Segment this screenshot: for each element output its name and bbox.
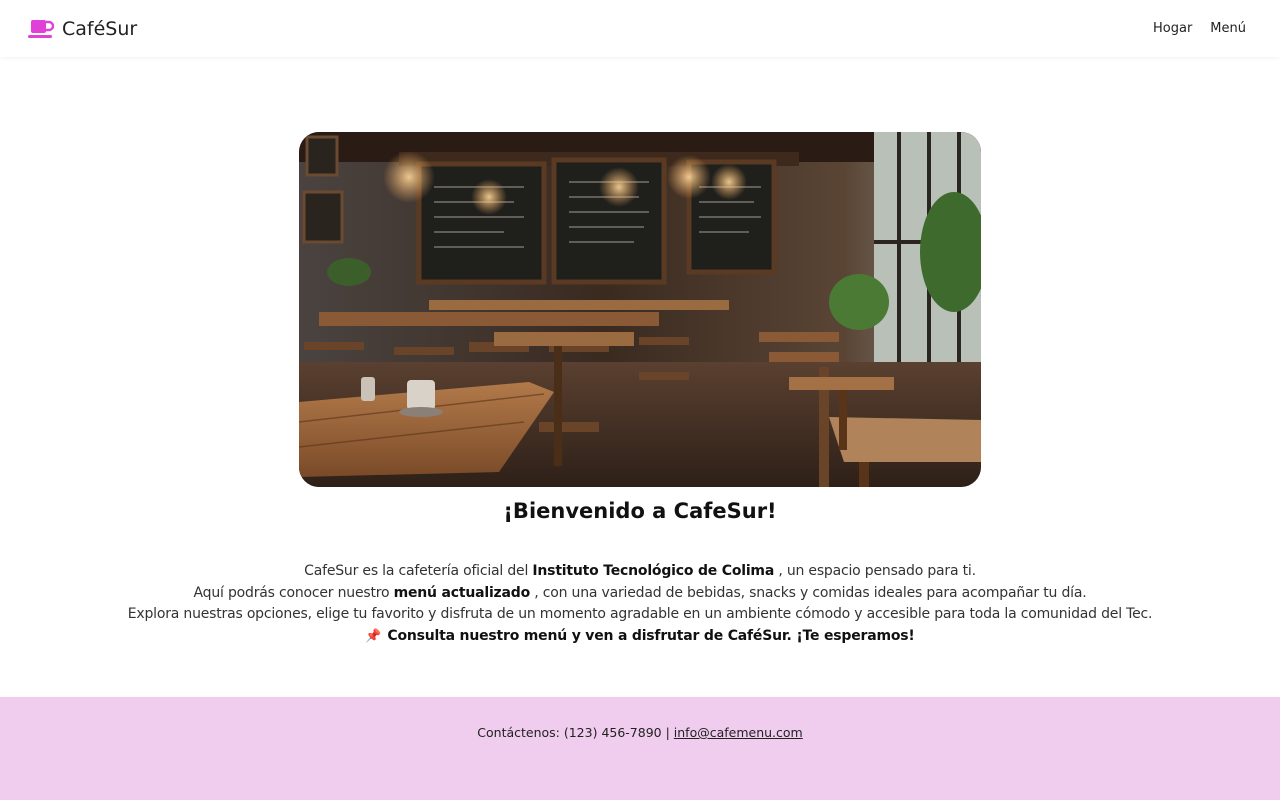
- institute-name: Instituto Tecnológico de Colima: [532, 563, 775, 579]
- intro-line-4: 📌 Consulta nuestro menú y ven a disfrutar…: [0, 626, 1280, 648]
- nav-link-hogar[interactable]: Hogar: [1153, 21, 1192, 36]
- intro-line-3: Explora nuestras opciones, elige tu favo…: [127, 606, 1153, 622]
- pushpin-icon: 📌: [365, 628, 382, 644]
- menu-highlight: menú actualizado: [393, 584, 531, 601]
- top-navbar: CaféSur Hogar Menú: [0, 0, 1280, 57]
- welcome-heading: ¡Bienvenido a CafeSur!: [503, 499, 777, 523]
- main-nav: Hogar Menú: [1153, 21, 1246, 36]
- cafe-interior-photo: [299, 132, 981, 487]
- intro-line-1: CafeSur es la cafetería oficial del Inst…: [0, 561, 1280, 583]
- intro-text: CafeSur es la cafetería oficial del Inst…: [0, 561, 1280, 647]
- email-link[interactable]: info@cafemenu.com: [674, 725, 803, 740]
- brand-link[interactable]: CaféSur: [28, 18, 137, 40]
- contact-text: Contáctenos: (123) 456-7890 |: [477, 725, 674, 740]
- intro-line-2-text: Aquí podrás conocer nuestro: [193, 584, 394, 601]
- intro-line-1-text: CafeSur es la cafetería oficial del: [304, 563, 533, 579]
- hero-image: [299, 132, 981, 487]
- intro-line-1-tail: , un espacio pensado para ti.: [774, 563, 976, 579]
- intro-line-2: Aquí podrás conocer nuestro menú actuali…: [0, 583, 1280, 605]
- brand-name: CaféSur: [62, 17, 138, 40]
- nav-link-menu[interactable]: Menú: [1210, 21, 1246, 36]
- coffee-cup-icon: [28, 19, 54, 38]
- footer: Contáctenos: (123) 456-7890 | info@cafem…: [0, 697, 1280, 800]
- call-to-action: Consulta nuestro menú y ven a disfrutar …: [387, 627, 915, 644]
- intro-line-2-tail: , con una variedad de bebidas, snacks y …: [530, 584, 1087, 601]
